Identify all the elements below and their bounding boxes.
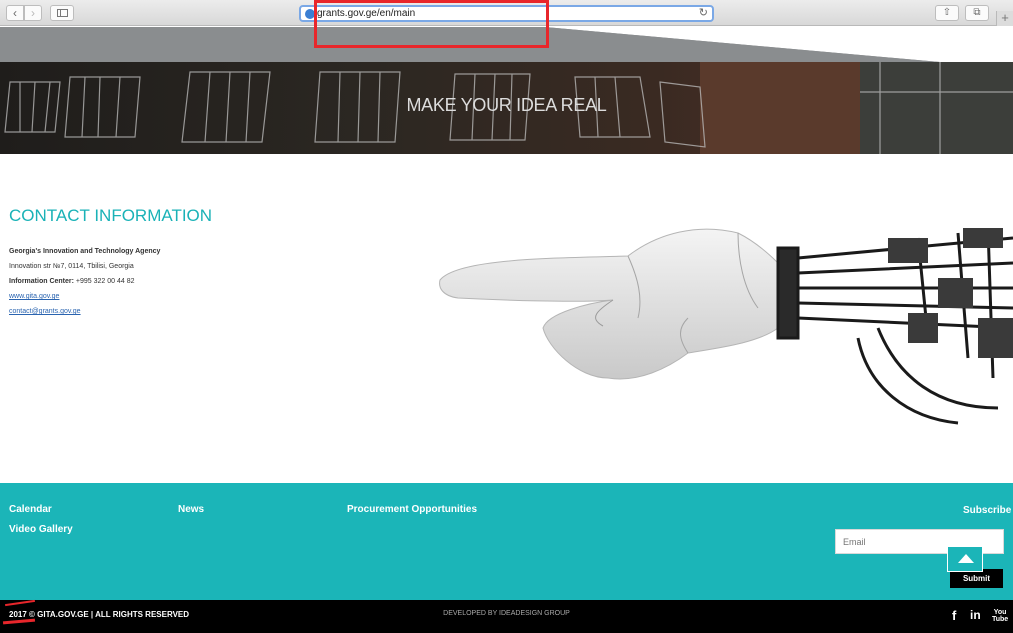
footer-link-procurement[interactable]: Procurement Opportunities [347, 504, 477, 515]
annotation-mark [5, 599, 35, 607]
new-tab-button[interactable]: + [996, 11, 1013, 26]
tabs-icon: ⧉ [973, 7, 981, 18]
forward-button[interactable]: › [24, 5, 42, 21]
developer-credit[interactable]: DEVELOPED BY IDEADESIGN GROUP [0, 610, 1013, 617]
url-highlight-annotation [314, 0, 549, 48]
bottom-bar: 2017 © GITA.GOV.GE | ALL RIGHTS RESERVED… [0, 599, 1013, 633]
subscribe-label: Subscribe [963, 505, 1012, 516]
footer-link-calendar[interactable]: Calendar [9, 504, 52, 515]
robot-hand-image [439, 227, 1013, 425]
back-button[interactable]: ‹ [6, 5, 24, 21]
hero-title: MAKE YOUR IDEA REAL [406, 95, 607, 115]
website-link[interactable]: www.gita.gov.ge [9, 293, 59, 300]
email-link[interactable]: contact@grants.gov.ge [9, 308, 81, 315]
sidebar-toggle-button[interactable] [50, 5, 74, 21]
footer-link-news[interactable]: News [178, 504, 204, 515]
reload-icon[interactable]: ↻ [699, 6, 708, 19]
footer-link-video-gallery[interactable]: Video Gallery [9, 524, 73, 535]
sidebar-icon [57, 9, 68, 17]
share-button[interactable]: ⇧ [935, 5, 959, 21]
agency-name: Georgia's Innovation and Technology Agen… [9, 248, 161, 255]
annotation-underline [2, 618, 36, 625]
hero-banner: MAKE YOUR IDEA REAL [0, 62, 1013, 154]
site-footer: Calendar News Procurement Opportunities … [0, 483, 1013, 600]
information-center: Information Center: +995 322 00 44 82 [9, 278, 135, 285]
address: Innovation str №7, 0114, Tbilisi, Georgi… [9, 263, 134, 270]
chevron-up-icon [958, 554, 974, 563]
facebook-icon[interactable]: f [952, 608, 956, 623]
linkedin-icon[interactable]: in [970, 608, 981, 622]
scroll-to-top-button[interactable] [947, 546, 983, 572]
share-icon: ⇧ [942, 7, 952, 18]
contact-title: CONTACT INFORMATION [9, 206, 213, 225]
youtube-icon[interactable]: You Tube [992, 609, 1008, 623]
show-tabs-button[interactable]: ⧉ [965, 5, 989, 21]
